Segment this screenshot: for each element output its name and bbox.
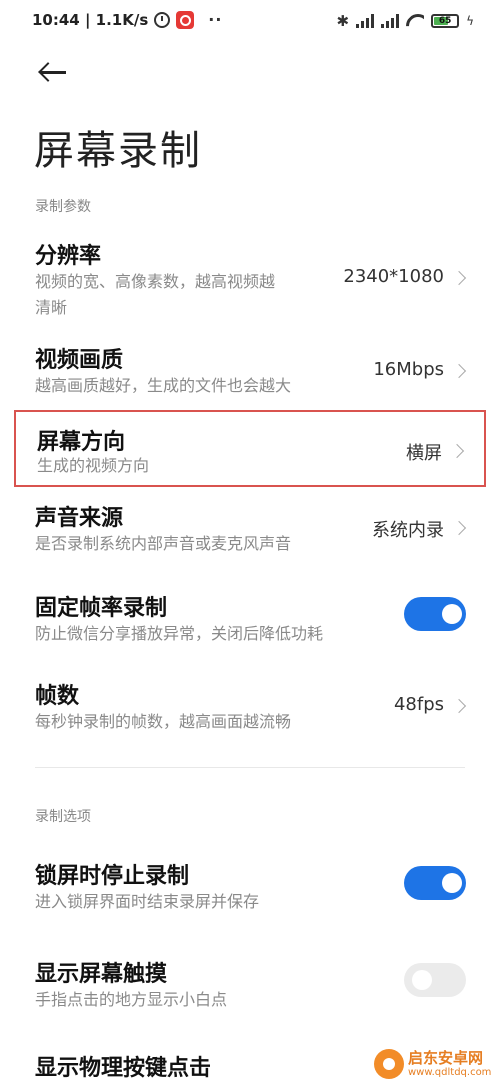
setting-title: 分辨率 [35,244,102,269]
setting-audio[interactable]: 声音来源 是否录制系统内部声音或麦克风声音 系统内录 [14,492,486,562]
section-title-params: 录制参数 [35,199,91,215]
alarm-icon [154,11,171,28]
setting-title: 固定帧率录制 [35,596,168,621]
chevron-right-icon [451,520,467,536]
signal-icon [356,14,375,28]
page-title: 屏幕录制 [34,128,202,174]
setting-subtitle-line1: 视频的宽、高像素数，越高视频越 [35,272,276,291]
setting-resolution[interactable]: 分辨率 视频的宽、高像素数，越高视频越 清晰 2340*1080 [14,228,486,324]
setting-value: 横屏 [406,443,442,464]
watermark-text: 启东安卓网 www.qdltdq.com [408,1049,491,1079]
setting-subtitle: 是否录制系统内部声音或麦克风声音 [35,534,292,553]
setting-title: 显示屏幕触摸 [35,962,168,987]
battery-level: 65 [438,16,452,26]
status-left: 10:44 | 1.1K/s ·· [32,10,222,29]
setting-subtitle: 每秒钟录制的帧数，越高画面越流畅 [35,712,292,731]
chevron-right-icon [451,270,467,286]
setting-subtitle: 进入锁屏界面时结束录屏并保存 [35,892,260,911]
setting-subtitle: 防止微信分享播放异常，关闭后降低功耗 [35,624,324,643]
setting-show-touch: 显示屏幕触摸 手指点击的地方显示小白点 [14,948,486,1018]
setting-fixed-fps: 固定帧率录制 防止微信分享播放异常，关闭后降低功耗 [14,582,486,652]
status-bar: 10:44 | 1.1K/s ·· ✱ 65 ϟ [0,0,500,44]
setting-value: 系统内录 [372,520,444,541]
setting-value: 16Mbps [373,359,444,380]
chevron-right-icon [449,443,465,459]
battery-icon: 65 [431,14,460,28]
show-touch-toggle[interactable] [404,963,466,997]
setting-lock-stop: 锁屏时停止录制 进入锁屏界面时结束录屏并保存 [14,850,486,920]
section-title-options: 录制选项 [35,809,91,825]
section-divider [35,767,465,768]
setting-subtitle: 生成的视频方向 [37,456,150,475]
back-button[interactable] [38,58,74,88]
setting-title: 帧数 [35,684,80,709]
toggle-knob [442,873,462,893]
setting-subtitle-line2: 清晰 [35,298,68,317]
chevron-right-icon [451,363,467,379]
setting-quality[interactable]: 视频画质 越高画质越好，生成的文件也会越大 16Mbps [14,330,486,406]
setting-title: 锁屏时停止录制 [35,864,190,889]
more-dots: ·· [208,10,223,29]
setting-fps[interactable]: 帧数 每秒钟录制的帧数，越高画面越流畅 48fps [14,670,486,740]
watermark: 启东安卓网 www.qdltdq.com [374,1043,500,1084]
status-right: ✱ 65 ϟ [337,12,475,30]
time-speed-text: 10:44 | 1.1K/s [32,10,149,29]
hd-signal-icon [381,14,400,28]
watermark-url: www.qdltdq.com [408,1066,492,1078]
lock-stop-toggle[interactable] [404,866,466,900]
wifi-icon [406,14,424,28]
toggle-knob [412,970,432,990]
setting-subtitle: 越高画质越好，生成的文件也会越大 [35,376,292,395]
toggle-knob [442,604,462,624]
charging-icon: ϟ [466,14,474,28]
app-badge-icon [176,10,195,29]
chevron-right-icon [451,698,467,714]
watermark-name: 启东安卓网 [408,1048,484,1067]
setting-title: 视频画质 [35,348,124,373]
fixed-fps-toggle[interactable] [404,597,466,631]
setting-value: 2340*1080 [343,266,444,287]
setting-title: 显示物理按键点击 [35,1056,212,1081]
setting-value: 48fps [393,694,444,715]
setting-subtitle: 手指点击的地方显示小白点 [35,990,228,1009]
watermark-logo-icon [374,1048,404,1079]
setting-orientation[interactable]: 屏幕方向 生成的视频方向 横屏 [14,410,486,487]
setting-title: 声音来源 [35,506,124,531]
setting-title: 屏幕方向 [37,430,126,455]
bluetooth-icon: ✱ [336,12,350,30]
